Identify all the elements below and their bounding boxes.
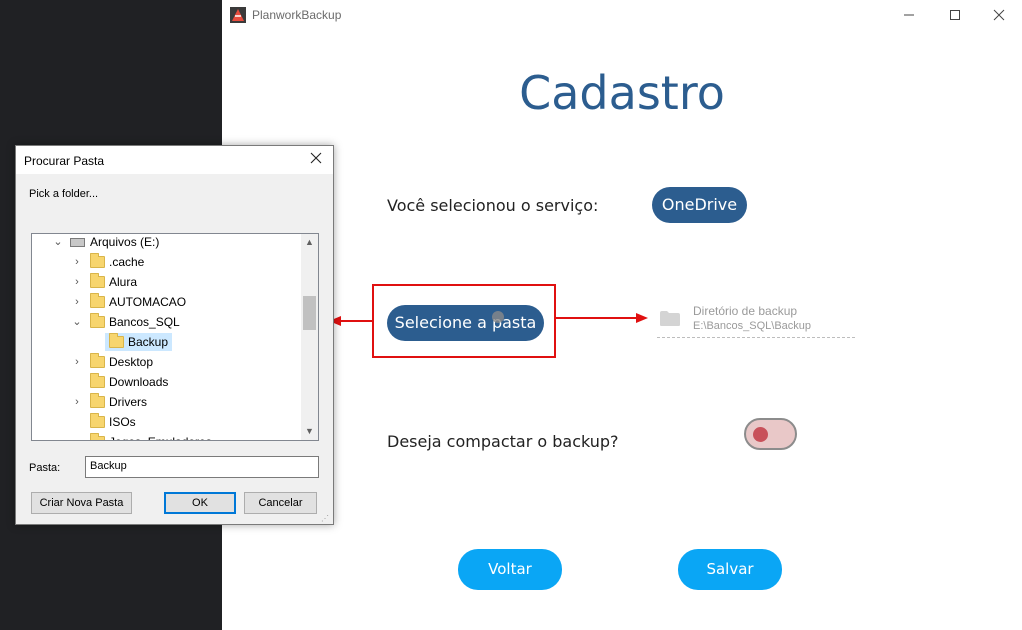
folder-icon <box>90 353 105 368</box>
compress-toggle[interactable] <box>744 418 797 450</box>
tree-item-label: Alura <box>109 275 138 289</box>
tree-item-desktop[interactable]: › Desktop <box>32 352 302 372</box>
chevron-down-icon[interactable]: ⌄ <box>52 234 64 252</box>
maximize-button[interactable] <box>932 0 978 30</box>
chevron-right-icon[interactable]: › <box>71 272 83 292</box>
mouse-cursor <box>492 311 504 323</box>
compress-label: Deseja compactar o backup? <box>387 432 619 451</box>
browse-folder-dialog: Procurar Pasta Pick a folder... ⌄ Arquiv… <box>15 145 334 525</box>
folder-name-label: Pasta: <box>29 462 61 474</box>
title-bar: PlanworkBackup <box>222 0 1022 30</box>
service-label: Você selecionou o serviço: <box>387 196 599 215</box>
tree-item-label: .cache <box>109 255 145 269</box>
chevron-down-icon[interactable]: ⌄ <box>71 312 83 332</box>
dialog-description: Pick a folder... <box>29 188 99 200</box>
page-title: Cadastro <box>519 66 725 120</box>
tree-item-label: Jogos_Emuladores <box>109 432 212 440</box>
drive-icon <box>70 238 85 247</box>
scroll-down-icon[interactable]: ▼ <box>301 423 318 440</box>
folder-icon <box>90 373 105 388</box>
back-button[interactable]: Voltar <box>458 549 562 590</box>
app-logo-icon <box>230 7 246 23</box>
folder-icon <box>90 273 105 288</box>
scrollbar-thumb[interactable] <box>303 296 316 330</box>
maximize-icon <box>950 10 960 20</box>
tree-item-isos[interactable]: ISOs <box>32 412 302 432</box>
tree-item-automacao[interactable]: › AUTOMACAO <box>32 292 302 312</box>
tree-item-label: Desktop <box>109 355 154 369</box>
dialog-title-bar: Procurar Pasta <box>16 146 333 174</box>
scroll-up-icon[interactable]: ▲ <box>301 234 318 251</box>
tree-item-bancos-sql[interactable]: ⌄ Bancos_SQL <box>32 312 302 332</box>
close-button[interactable] <box>976 0 1022 30</box>
new-folder-button[interactable]: Criar Nova Pasta <box>31 492 132 514</box>
folder-icon <box>90 313 105 328</box>
onedrive-button[interactable]: OneDrive <box>652 187 747 223</box>
folder-icon <box>90 293 105 308</box>
dialog-close-button[interactable] <box>306 151 326 169</box>
backup-directory-label: Diretório de backup <box>693 304 798 318</box>
dialog-body: Pick a folder... ⌄ Arquivos (E:) › .cach… <box>16 174 333 524</box>
close-icon <box>993 9 1005 21</box>
folder-icon <box>90 413 105 428</box>
tree-item-drive-e[interactable]: ⌄ Arquivos (E:) <box>32 234 302 252</box>
cancel-button[interactable]: Cancelar <box>244 492 317 514</box>
folder-name-input[interactable]: Backup <box>85 456 319 478</box>
folder-icon <box>90 433 105 440</box>
tree-item-alura[interactable]: › Alura <box>32 272 302 292</box>
resize-grip-icon[interactable]: ⋰ <box>321 514 331 524</box>
tree-item-label: Backup <box>128 335 169 349</box>
window-title: PlanworkBackup <box>252 8 342 22</box>
tree-scrollbar[interactable]: ▲ ▼ <box>301 234 318 440</box>
save-button[interactable]: Salvar <box>678 549 782 590</box>
ok-button[interactable]: OK <box>164 492 236 514</box>
backup-directory-field[interactable]: Diretório de backup E:\Bancos_SQL\Backup <box>657 302 855 338</box>
tree-item-label: Bancos_SQL <box>109 315 180 329</box>
chevron-right-icon[interactable]: › <box>71 352 83 372</box>
folder-icon <box>109 333 124 348</box>
tree-item-label: Downloads <box>109 375 169 389</box>
tree-item-label: Drivers <box>109 395 147 409</box>
tree-item-label: AUTOMACAO <box>109 295 187 309</box>
dialog-title: Procurar Pasta <box>24 154 105 168</box>
app-window: PlanworkBackup Cadastro Você selecionou … <box>222 0 1022 630</box>
minimize-icon <box>904 14 914 16</box>
chevron-right-icon[interactable]: › <box>71 292 83 312</box>
tree-item-cache[interactable]: › .cache <box>32 252 302 272</box>
tree-item-drivers[interactable]: › Drivers <box>32 392 302 412</box>
tree-item-backup-selected[interactable]: Backup <box>32 332 302 352</box>
chevron-right-icon[interactable]: › <box>71 392 83 412</box>
folder-icon <box>660 311 680 326</box>
folder-icon <box>90 393 105 408</box>
close-icon <box>310 152 322 164</box>
tree-item-partial[interactable]: Jogos_Emuladores <box>32 432 302 440</box>
minimize-button[interactable] <box>886 0 932 30</box>
tree-item-label: ISOs <box>109 415 136 429</box>
folder-tree[interactable]: ⌄ Arquivos (E:) › .cache › Alura › AUTOM… <box>31 233 319 441</box>
toggle-knob <box>753 427 768 442</box>
tree-item-downloads[interactable]: Downloads <box>32 372 302 392</box>
select-folder-button[interactable]: Selecione a pasta <box>387 305 544 341</box>
tree-item-label: Arquivos (E:) <box>90 235 160 249</box>
chevron-right-icon[interactable]: › <box>71 252 83 272</box>
folder-icon <box>90 253 105 268</box>
backup-directory-value: E:\Bancos_SQL\Backup <box>693 320 812 332</box>
